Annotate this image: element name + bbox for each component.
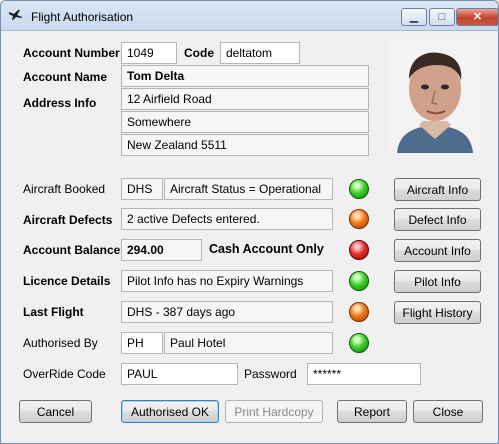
cancel-button[interactable]: Cancel [19,400,92,423]
defects-field: 2 active Defects entered. [121,208,333,230]
aircraft-booked-label: Aircraft Booked [23,182,106,196]
authorised-ok-button[interactable]: Authorised OK [121,400,219,423]
defect-info-button[interactable]: Defect Info [394,208,481,231]
minimize-icon: ▁ [409,11,419,23]
minimize-button[interactable]: ▁ [401,8,427,26]
flight-history-button[interactable]: Flight History [394,301,481,324]
maximize-button[interactable]: □ [429,8,455,26]
account-number-field[interactable]: 1049 [121,42,177,64]
account-info-button[interactable]: Account Info [394,239,481,262]
maximize-icon: □ [438,11,446,23]
last-flight-status-light [349,302,369,322]
account-balance-field: 294.00 [121,239,202,261]
password-input[interactable]: ****** [307,363,421,385]
licence-status-light [349,271,369,291]
address-line-2: Somewhere [121,111,369,133]
account-name-label: Account Name [23,70,108,84]
pilot-info-button[interactable]: Pilot Info [394,270,481,293]
address-line-3: New Zealand 5511 [121,134,369,156]
aircraft-code-field: DHS [121,178,163,200]
close-icon: ✕ [472,11,483,23]
account-name-field: Tom Delta [121,65,369,87]
address-line-1: 12 Airfield Road [121,88,369,110]
authoriser-code-field[interactable]: PH [121,332,163,354]
cash-account-note: Cash Account Only [209,242,324,256]
aircraft-info-button[interactable]: Aircraft Info [394,178,481,201]
authoriser-name-field: Paul Hotel [164,332,333,354]
code-label: Code [184,46,214,60]
defects-status-light [349,209,369,229]
licence-details-label: Licence Details [23,274,111,288]
print-hardcopy-button[interactable]: Print Hardcopy [225,400,323,423]
flight-authorisation-window: Flight Authorisation ▁ □ ✕ Account Numbe… [0,0,499,444]
authorised-status-light [349,333,369,353]
licence-details-field: Pilot Info has no Expiry Warnings [121,270,333,292]
authorised-by-label: Authorised By [23,336,98,350]
password-label: Password [244,367,297,381]
aircraft-defects-label: Aircraft Defects [23,213,113,227]
account-number-label: Account Number [23,46,120,60]
aircraft-status-light [349,179,369,199]
code-field[interactable]: deltatom [220,42,300,64]
title-bar[interactable]: Flight Authorisation ▁ □ ✕ [1,1,499,31]
close-button[interactable]: Close [413,400,483,423]
plane-icon [9,10,22,20]
close-window-button[interactable]: ✕ [456,8,499,26]
pilot-photo [389,41,481,153]
aircraft-status-field: Aircraft Status = Operational [164,178,333,200]
last-flight-field: DHS - 387 days ago [121,301,333,323]
override-code-input[interactable]: PAUL [121,363,238,385]
report-button[interactable]: Report [337,400,407,423]
address-info-label: Address Info [23,96,97,110]
window-title: Flight Authorisation [31,10,134,24]
balance-status-light [349,240,369,260]
override-code-label: OverRide Code [23,367,106,381]
last-flight-label: Last Flight [23,305,84,319]
account-balance-label: Account Balance [23,243,121,257]
pilot-portrait-image [389,41,481,153]
